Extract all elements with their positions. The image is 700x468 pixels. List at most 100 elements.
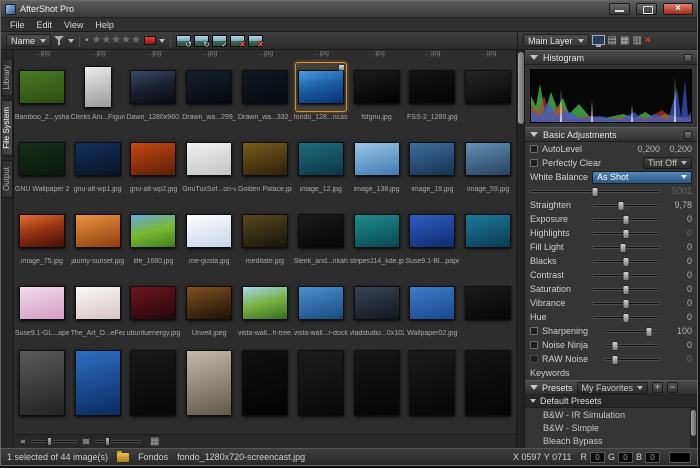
- zoom-slider[interactable]: [95, 440, 141, 443]
- layer-dropdown[interactable]: Main Layer: [523, 34, 589, 47]
- adjustment-value[interactable]: 0: [664, 256, 692, 266]
- raw-noise-slider[interactable]: [604, 358, 660, 361]
- slider-handle[interactable]: [619, 243, 626, 253]
- keywords-row[interactable]: Keywords: [525, 366, 697, 380]
- thumbnail-cell[interactable]: vista-wall...r-dock.jpg: [293, 275, 349, 347]
- thumbnail[interactable]: [127, 278, 179, 328]
- thumbnail[interactable]: [16, 278, 68, 328]
- preset-group-row[interactable]: Default Presets: [525, 395, 697, 408]
- menu-view[interactable]: View: [58, 20, 89, 30]
- slider-handle[interactable]: [646, 327, 653, 337]
- star-icon[interactable]: ★: [111, 34, 121, 46]
- thumbnail-cell[interactable]: Drawn_wa...299_.jpg: [181, 59, 237, 131]
- thumbnail[interactable]: [462, 206, 514, 256]
- contrast-slider[interactable]: [592, 274, 660, 277]
- thumbnail[interactable]: [295, 206, 347, 256]
- adjustment-value[interactable]: 0: [664, 284, 692, 294]
- thumbnail-cell[interactable]: me-gusta.jpg: [181, 203, 237, 275]
- thumbnail[interactable]: [72, 62, 124, 112]
- noise-ninja-slider[interactable]: [604, 344, 660, 347]
- thumbnail-cell[interactable]: Bamboo_2...ysha.jpg: [14, 59, 70, 131]
- adjustment-value[interactable]: 0: [664, 340, 692, 350]
- thumbnail[interactable]: [295, 62, 347, 112]
- thumbnail-cell[interactable]: ubuntuenergy.jpg: [126, 275, 182, 347]
- maximize-button[interactable]: [636, 3, 657, 15]
- minimize-button[interactable]: [609, 3, 630, 15]
- thumbnail-cell[interactable]: GnuTuxSof...on-v1.jpg: [181, 131, 237, 203]
- thumbnail-cell[interactable]: [349, 347, 405, 434]
- no-rating-dot-icon[interactable]: •: [85, 35, 89, 46]
- presets-header[interactable]: Presets My Favorites + −: [525, 380, 697, 395]
- slider-handle[interactable]: [623, 313, 630, 323]
- thumbnail[interactable]: [351, 134, 403, 184]
- color-label-swatch[interactable]: [144, 36, 156, 45]
- sort-dropdown[interactable]: Name: [6, 34, 51, 47]
- preset-item[interactable]: Bleach Bypass: [525, 434, 697, 447]
- thumbnail[interactable]: [239, 62, 291, 112]
- thumbnail-cell[interactable]: Suse9.1-Bl...papers.jpg: [404, 203, 460, 275]
- thumbnail-cell[interactable]: life_1680.jpg: [126, 203, 182, 275]
- slider-handle[interactable]: [623, 299, 630, 309]
- thumbnail-cell[interactable]: Suse9.1-GL...apers.jpg: [14, 275, 70, 347]
- filter-icon[interactable]: [54, 35, 65, 46]
- thumbnail-cell[interactable]: [126, 347, 182, 434]
- close-panel-icon[interactable]: ×: [645, 36, 651, 46]
- grid-view-toggle-icon[interactable]: ▦: [150, 437, 159, 447]
- exposure-slider[interactable]: [592, 218, 660, 221]
- saturation-slider[interactable]: [592, 288, 660, 291]
- thumbnail[interactable]: [295, 134, 347, 184]
- thumbnail[interactable]: [183, 62, 235, 112]
- star-icon[interactable]: ★: [121, 34, 131, 46]
- thumbnail-cell[interactable]: image_138.jpg: [349, 131, 405, 203]
- filter-chevron-icon[interactable]: [68, 39, 74, 43]
- thumbnail-cell[interactable]: [237, 347, 293, 434]
- adjustment-value[interactable]: 0: [664, 312, 692, 322]
- adjustment-value[interactable]: 5001: [664, 186, 692, 196]
- adjustment-value[interactable]: 0: [664, 242, 692, 252]
- thumbnail-cell[interactable]: Sleek_and...nkahn.jpg: [293, 203, 349, 275]
- side-tab-file-system[interactable]: File System: [1, 100, 13, 156]
- thumbnail-cell[interactable]: Clerks Ani...Figure.jpg: [70, 59, 126, 131]
- adjustment-value[interactable]: 0: [664, 228, 692, 238]
- zoom-handle[interactable]: [105, 437, 110, 446]
- fill-light-slider[interactable]: [592, 246, 660, 249]
- straighten-slider[interactable]: [592, 204, 660, 207]
- thumbnail-cell[interactable]: vista-wall...h-tree.jpg: [237, 275, 293, 347]
- adjustment-value[interactable]: 0: [664, 298, 692, 308]
- add-preset-button[interactable]: +: [652, 382, 663, 393]
- thumbnail[interactable]: [406, 206, 458, 256]
- slider-handle[interactable]: [623, 215, 630, 225]
- thumbnail[interactable]: [183, 134, 235, 184]
- slider-handle[interactable]: [623, 271, 630, 281]
- thumbnail[interactable]: [127, 62, 179, 112]
- thumbnail[interactable]: [295, 278, 347, 328]
- basic-adjustments-header[interactable]: Basic Adjustments: [525, 127, 697, 142]
- white-balance-dropdown[interactable]: As Shot: [592, 171, 692, 184]
- close-button[interactable]: [663, 3, 693, 15]
- menu-edit[interactable]: Edit: [31, 20, 59, 30]
- thumbnail[interactable]: [72, 134, 124, 184]
- thumbnail-cell[interactable]: GNU Wallpaper 2.jpg: [14, 131, 70, 203]
- menu-file[interactable]: File: [4, 20, 31, 30]
- rotate-left-icon[interactable]: ↺: [176, 35, 191, 47]
- thumbnail[interactable]: [183, 206, 235, 256]
- thumbnail[interactable]: [16, 62, 68, 112]
- raw-noise-checkbox[interactable]: [530, 355, 538, 363]
- thumbnail-cell[interactable]: Golden Palace.jpg: [237, 131, 293, 203]
- thumbnail[interactable]: [183, 278, 235, 328]
- thumbnail-cell[interactable]: [460, 203, 516, 275]
- thumbnail[interactable]: [406, 134, 458, 184]
- grid-scrollbar[interactable]: [516, 50, 525, 448]
- slider-handle[interactable]: [611, 355, 618, 365]
- star-icon[interactable]: ★: [131, 34, 141, 46]
- perfectly-clear-checkbox[interactable]: [530, 159, 538, 167]
- thumbnail[interactable]: [72, 278, 124, 328]
- thumbnail[interactable]: [462, 134, 514, 184]
- adjustment-value[interactable]: 9,78: [664, 200, 692, 210]
- thumbnail-cell[interactable]: FSS-2_1280.jpg: [404, 59, 460, 131]
- thumbnail-cell[interactable]: Dawn_1280x960.jpg: [126, 59, 182, 131]
- flag-reject-icon[interactable]: ✕: [230, 35, 245, 47]
- thumbnail-cell[interactable]: [293, 347, 349, 434]
- adjustment-value[interactable]: 0: [664, 270, 692, 280]
- blacks-slider[interactable]: [592, 260, 660, 263]
